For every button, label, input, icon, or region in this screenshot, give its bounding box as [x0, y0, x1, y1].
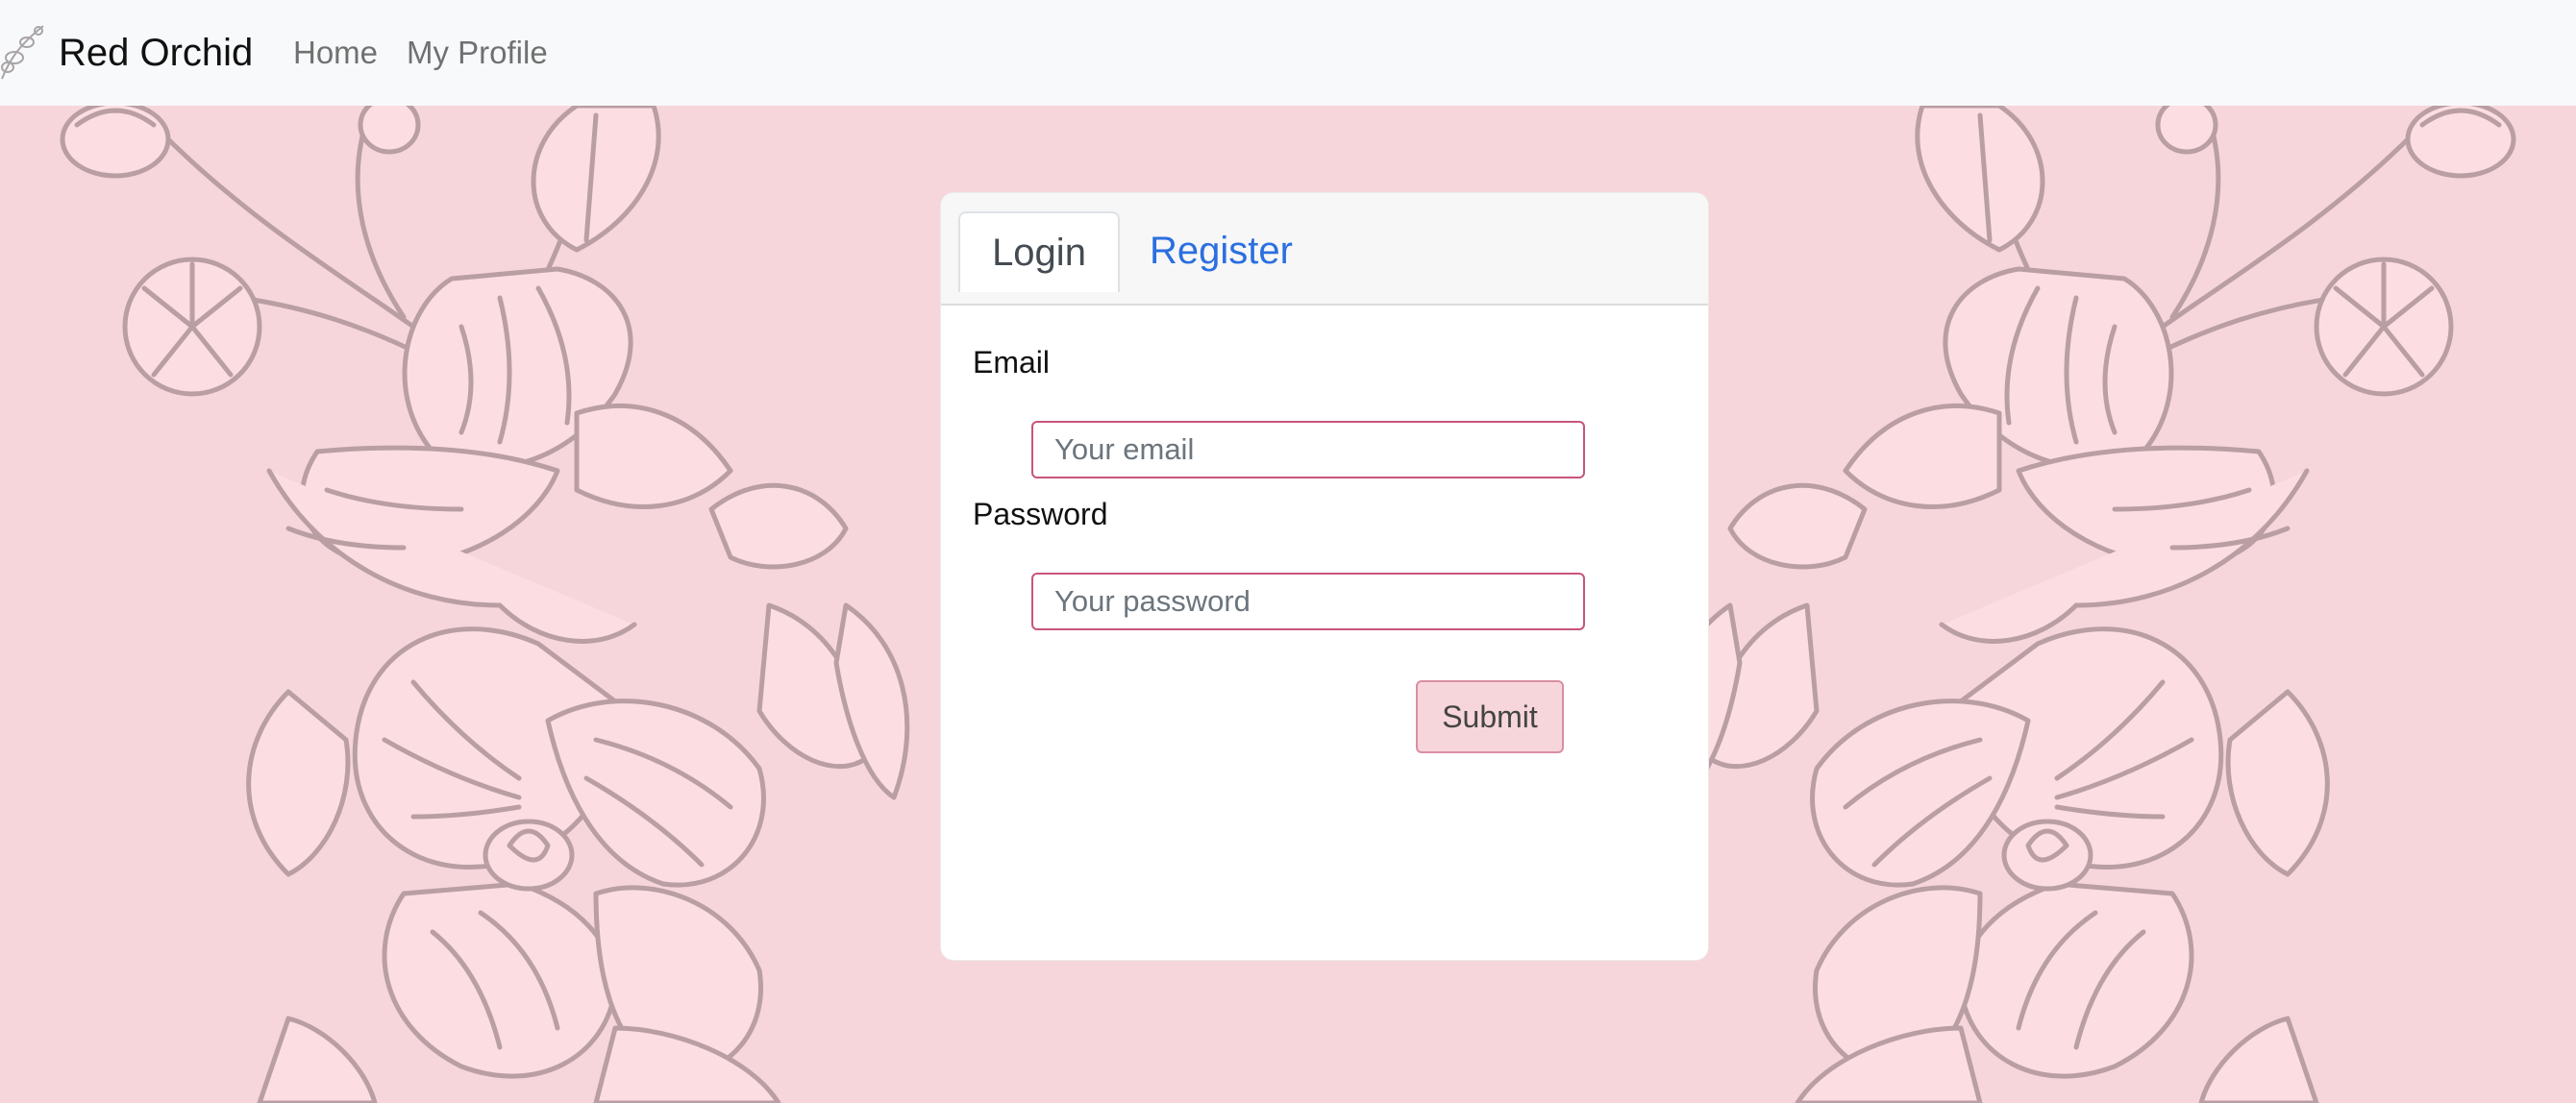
- auth-card: Login Register Email Password Submit: [940, 192, 1709, 961]
- nav-link-home[interactable]: Home: [293, 0, 378, 106]
- orchid-logo-icon[interactable]: [0, 21, 50, 81]
- tab-register[interactable]: Register: [1150, 211, 1293, 290]
- password-label: Password: [973, 497, 1108, 531]
- tab-login[interactable]: Login: [958, 211, 1120, 292]
- submit-button[interactable]: Submit: [1416, 680, 1564, 753]
- email-label: Email: [973, 345, 1051, 380]
- password-input[interactable]: [1031, 573, 1585, 630]
- orchid-illustration-left: [60, 106, 910, 1103]
- nav-link-my-profile[interactable]: My Profile: [407, 0, 548, 106]
- auth-tabs: Login Register: [941, 193, 1708, 306]
- brand-name[interactable]: Red Orchid: [59, 0, 253, 106]
- email-input[interactable]: [1031, 421, 1585, 478]
- navbar: Red Orchid Home My Profile: [0, 0, 2576, 106]
